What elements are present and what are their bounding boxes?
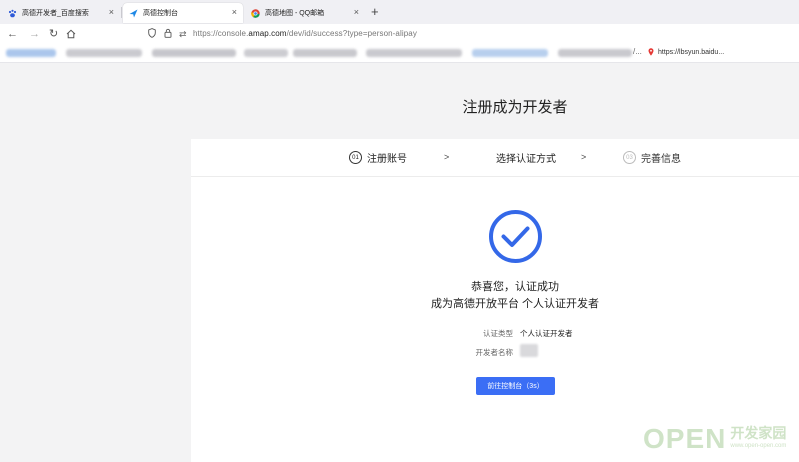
step-register-account: 01 注册账号: [349, 150, 407, 165]
step-number: 01: [349, 151, 362, 164]
tab-title: 高德开发者_百度搜索: [22, 10, 89, 17]
developer-name-label: 开发者名称: [475, 348, 514, 357]
permissions-icon[interactable]: ⇄: [179, 28, 187, 40]
blurred-bookmark[interactable]: [558, 49, 632, 57]
developer-name-redacted: [520, 344, 538, 357]
go-to-console-button[interactable]: 前往控制台（3s）: [476, 377, 555, 395]
close-icon[interactable]: ×: [232, 8, 237, 17]
step-arrow-icon: >: [444, 152, 450, 162]
navigation-bar: ← → ↻ ⇄ https://console.amap.com/dev/id/…: [0, 24, 799, 44]
close-icon[interactable]: ×: [109, 8, 114, 17]
step-label: 注册账号: [367, 154, 407, 165]
verification-type-value: 个人认证开发者: [520, 329, 573, 338]
amap-logo-icon: [129, 9, 138, 18]
close-icon[interactable]: ×: [354, 8, 359, 17]
step-choose-verification: 选择认证方式: [496, 150, 556, 165]
blurred-bookmark[interactable]: [244, 49, 288, 57]
map-pin-icon: [648, 48, 654, 56]
watermark-url-text: www.open-open.com: [730, 443, 787, 449]
tab-title: 高德控制台: [143, 10, 178, 17]
tab-qq-mail[interactable]: 高德地图 - QQ邮箱 ×: [245, 3, 365, 23]
new-tab-button[interactable]: +: [371, 4, 379, 20]
watermark-cn-text: 开发家园: [730, 425, 787, 441]
baidu-paw-icon: [8, 9, 17, 18]
blurred-bookmark[interactable]: [472, 49, 548, 57]
blurred-bookmark[interactable]: [6, 49, 56, 57]
step-number: 03: [623, 151, 636, 164]
reload-icon[interactable]: ↻: [49, 27, 58, 41]
chrome-logo-icon: [251, 8, 260, 18]
shield-icon[interactable]: [148, 28, 156, 41]
step-complete-info: 03 完善信息: [623, 150, 681, 165]
verification-type-label: 认证类型: [483, 329, 513, 338]
bookmark-label: https://lbsyun.baidu...: [658, 48, 725, 56]
tab-baidu-search[interactable]: 高德开发者_百度搜索 ×: [2, 3, 120, 23]
tab-bar: 高德开发者_百度搜索 × 高德控制台 × 高德地图 - QQ邮箱 × +: [0, 0, 799, 25]
watermark-open-text: OPEN: [643, 423, 727, 454]
watermark-logo: OPEN 开发家园 www.open-open.com: [643, 424, 786, 454]
lock-icon[interactable]: [164, 28, 172, 41]
tab-divider: [121, 7, 122, 18]
blurred-bookmark[interactable]: [366, 49, 462, 57]
home-icon[interactable]: [66, 27, 76, 43]
steps-divider: [191, 176, 799, 177]
page-title: 注册成为开发者: [462, 99, 568, 116]
forward-arrow-icon[interactable]: →: [29, 27, 40, 41]
bookmarks-bar: /... https://lbsyun.baidu...: [0, 44, 799, 63]
success-check-icon: [489, 210, 542, 263]
tab-title: 高德地图 - QQ邮箱: [265, 10, 325, 17]
blurred-bookmark[interactable]: [66, 49, 142, 57]
step-label: 完善信息: [641, 154, 681, 165]
bookmarks-overflow[interactable]: /...: [633, 47, 642, 56]
back-arrow-icon[interactable]: ←: [7, 27, 18, 41]
success-message: 恭喜您，认证成功: [471, 281, 559, 293]
bookmark-lbsyun[interactable]: https://lbsyun.baidu...: [648, 48, 724, 56]
tab-amap-console[interactable]: 高德控制台 ×: [123, 3, 243, 23]
blurred-bookmark[interactable]: [152, 49, 236, 57]
step-label: 选择认证方式: [496, 154, 556, 165]
blurred-bookmark[interactable]: [293, 49, 357, 57]
success-subtitle: 成为高德开放平台 个人认证开发者: [430, 298, 600, 310]
step-arrow-icon: >: [581, 152, 587, 162]
url-text[interactable]: https://console.amap.com/dev/id/success?…: [193, 29, 417, 38]
